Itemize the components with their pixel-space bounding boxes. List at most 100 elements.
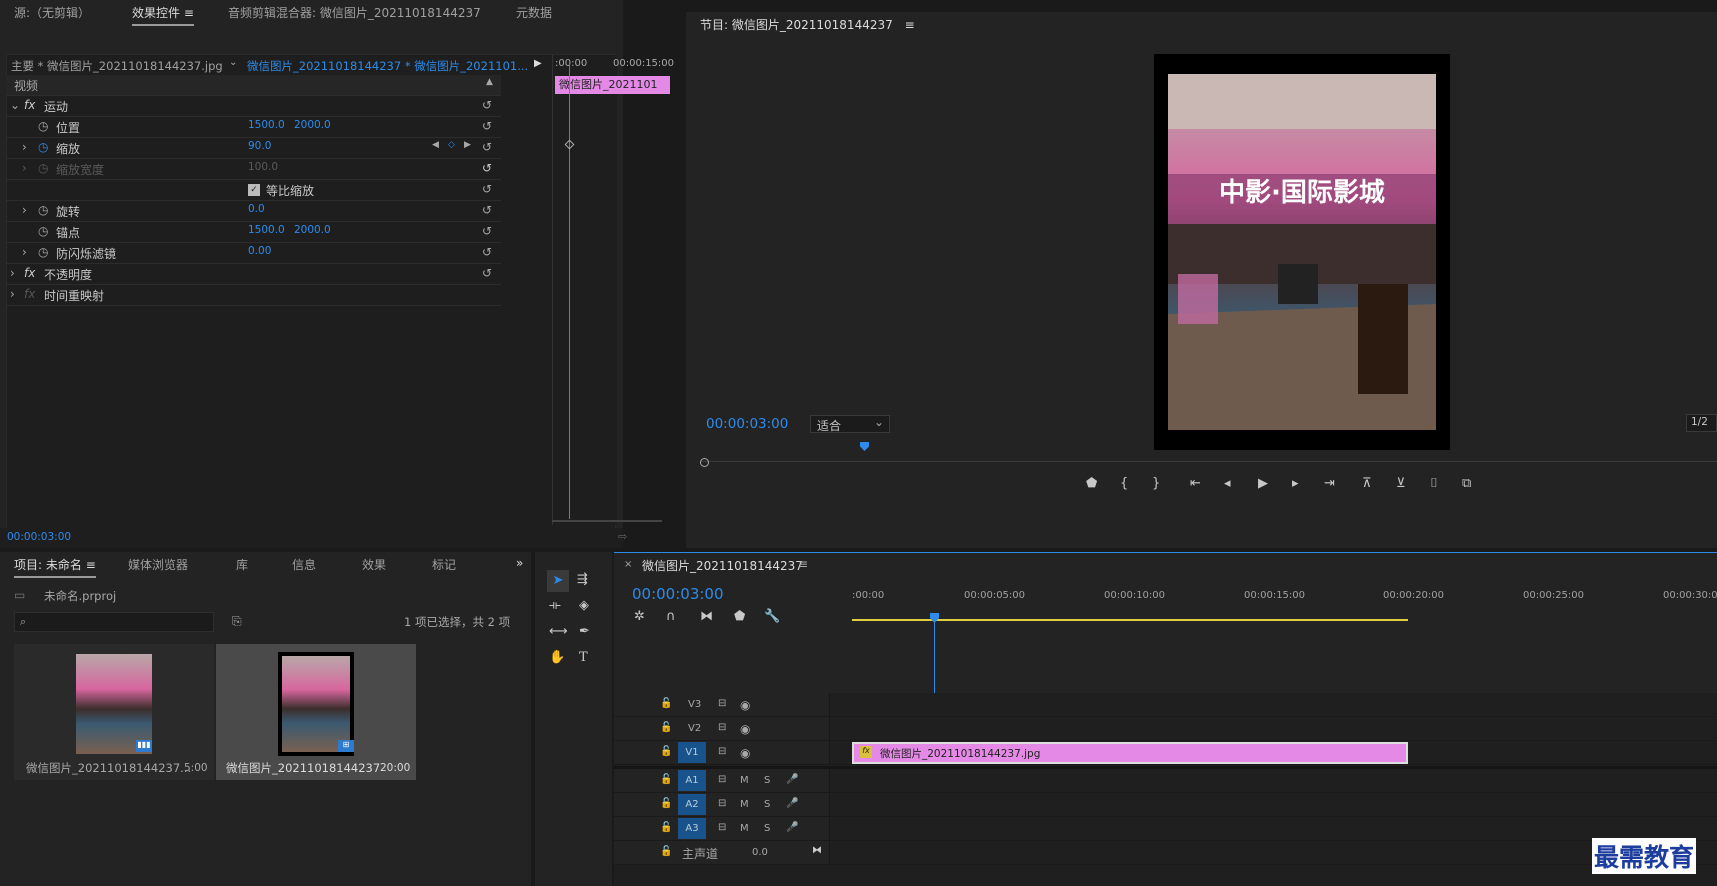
- ec-clip-bar[interactable]: 微信图片_2021101: [555, 76, 670, 94]
- reset-icon[interactable]: ↺: [482, 182, 492, 196]
- collapse-icon[interactable]: ▲: [486, 77, 493, 87]
- program-scroll-start[interactable]: [700, 458, 709, 467]
- keyframe-icon[interactable]: [564, 139, 575, 150]
- tab-project[interactable]: 项目: 未命名 ≡: [14, 552, 96, 578]
- lift-icon[interactable]: ⊼: [1362, 476, 1372, 491]
- lock-icon[interactable]: 🔓: [660, 822, 672, 833]
- rotation-value[interactable]: 0.0: [248, 203, 265, 215]
- anchor-x-value[interactable]: 1500.0: [248, 224, 285, 236]
- tab-info[interactable]: 信息: [292, 552, 316, 578]
- ec-playhead[interactable]: [569, 63, 570, 519]
- reset-icon[interactable]: ↺: [482, 203, 492, 217]
- uniform-scale-checkbox[interactable]: ✓: [248, 184, 260, 196]
- step-forward-icon[interactable]: ▸: [1292, 476, 1299, 491]
- search-input[interactable]: ⌕: [14, 612, 214, 632]
- prev-keyframe-icon[interactable]: ◀: [432, 140, 439, 150]
- prop-scale[interactable]: › ◷ 缩放 90.0 ◀ ◇ ▶ ↺: [6, 138, 501, 159]
- mark-in-icon[interactable]: {: [1120, 476, 1128, 491]
- track-a3[interactable]: 🔓 A3 ⊟ M S 🎤: [614, 817, 1717, 841]
- ec-timecode[interactable]: 00:00:03:00: [7, 531, 71, 543]
- timeline-clip[interactable]: fx 微信图片_20211018144237.jpg: [852, 742, 1408, 764]
- slip-tool-icon[interactable]: ⟷: [549, 624, 568, 639]
- eye-icon[interactable]: ◉: [740, 722, 750, 736]
- hand-tool-icon[interactable]: ✋: [549, 650, 565, 665]
- prop-rotation[interactable]: › ◷ 旋转 0.0 ↺: [6, 201, 501, 222]
- track-master[interactable]: 🔓 主声道 0.0 ⧓: [614, 841, 1717, 865]
- stopwatch-icon[interactable]: ◷: [38, 224, 48, 238]
- menu-icon[interactable]: ≡: [905, 18, 915, 32]
- selection-tool-icon[interactable]: ➤: [547, 570, 569, 592]
- track-v3[interactable]: 🔓 V3 ⊟ ◉: [614, 693, 1717, 717]
- fx-badge[interactable]: fx: [24, 98, 35, 112]
- go-to-in-icon[interactable]: ⇤: [1190, 476, 1201, 491]
- step-back-icon[interactable]: ◂: [1224, 476, 1231, 491]
- filter-icon[interactable]: ⇨: [618, 530, 627, 543]
- razor-tool-icon[interactable]: ◈: [579, 598, 589, 613]
- track-target-a1[interactable]: A1: [678, 770, 706, 791]
- reset-icon[interactable]: ↺: [482, 161, 492, 175]
- master-volume-value[interactable]: 0.0: [752, 847, 768, 858]
- scale-value[interactable]: 90.0: [248, 140, 271, 152]
- mark-out-icon[interactable]: }: [1152, 476, 1160, 491]
- lock-icon[interactable]: 🔓: [660, 746, 672, 757]
- project-item[interactable]: ▮▮▮ 微信图片_20211018144237... 5:00: [14, 644, 214, 780]
- lock-icon[interactable]: 🔓: [660, 846, 672, 857]
- track-v1[interactable]: 🔓 V1 ⊟ ◉ fx 微信图片_20211018144237.jpg: [614, 741, 1717, 765]
- eye-icon[interactable]: ◉: [740, 746, 750, 760]
- track-target-a2[interactable]: A2: [678, 794, 706, 815]
- go-to-out-icon[interactable]: ⇥: [1324, 476, 1335, 491]
- mic-icon[interactable]: 🎤: [786, 798, 798, 809]
- chevron-down-icon[interactable]: ⌄: [229, 57, 237, 68]
- mute-button[interactable]: M: [740, 775, 749, 786]
- pen-tool-icon[interactable]: ✒: [579, 624, 590, 639]
- ripple-edit-tool-icon[interactable]: ⟛: [549, 598, 561, 613]
- lock-icon[interactable]: 🔓: [660, 698, 672, 709]
- anchor-y-value[interactable]: 2000.0: [294, 224, 331, 236]
- close-icon[interactable]: ×: [624, 559, 632, 570]
- tab-media-browser[interactable]: 媒体浏览器: [128, 552, 188, 578]
- lock-icon[interactable]: 🔓: [660, 774, 672, 785]
- flicker-value[interactable]: 0.00: [248, 245, 271, 257]
- tab-audio-mixer[interactable]: 音频剪辑混合器: 微信图片_20211018144237: [228, 0, 481, 26]
- reset-icon[interactable]: ↺: [482, 266, 492, 280]
- reset-icon[interactable]: ↺: [482, 224, 492, 238]
- program-timecode[interactable]: 00:00:03:00: [706, 416, 788, 432]
- chevron-right-icon[interactable]: ›: [10, 287, 15, 301]
- camera-icon[interactable]: ⌷: [1430, 476, 1438, 491]
- track-a2[interactable]: 🔓 A2 ⊟ M S 🎤: [614, 793, 1717, 817]
- nest-icon[interactable]: ✲: [634, 609, 645, 624]
- project-item-name[interactable]: 微信图片_20211018144237: [226, 760, 380, 776]
- chevron-right-icon[interactable]: ›: [10, 266, 15, 280]
- prop-position[interactable]: ◷ 位置 1500.0 2000.0 ↺: [6, 117, 501, 138]
- linked-selection-icon[interactable]: ⧓: [700, 609, 713, 624]
- chevron-down-icon[interactable]: ⌄: [10, 98, 20, 112]
- reset-icon[interactable]: ↺: [482, 98, 492, 112]
- sync-lock-icon[interactable]: ⊟: [718, 774, 726, 785]
- menu-icon[interactable]: ≡: [184, 6, 194, 20]
- effect-motion[interactable]: ⌄ fx 运动 ↺: [6, 96, 501, 117]
- program-frame[interactable]: 中影·国际影城: [1154, 54, 1450, 450]
- new-bin-search-icon[interactable]: ⎘: [232, 614, 242, 629]
- effect-opacity[interactable]: › fx 不透明度 ↺: [6, 264, 501, 285]
- timeline-ruler[interactable]: :00:00 00:00:05:00 00:00:10:00 00:00:15:…: [852, 587, 1717, 623]
- ec-mini-timeline[interactable]: :00:00 00:00:15:00 微信图片_2021101: [552, 55, 674, 525]
- add-marker-icon[interactable]: ⬟: [734, 609, 745, 624]
- stopwatch-icon[interactable]: ◷: [38, 140, 48, 154]
- mute-button[interactable]: M: [740, 799, 749, 810]
- add-marker-icon[interactable]: ⬟: [1086, 476, 1097, 491]
- fx-badge[interactable]: fx: [860, 746, 872, 758]
- timeline-title[interactable]: 微信图片_20211018144237: [642, 557, 803, 574]
- program-title[interactable]: 节目: 微信图片_20211018144237 ≡: [700, 12, 915, 38]
- position-x-value[interactable]: 1500.0: [248, 119, 285, 131]
- sequence-clip-label[interactable]: 微信图片_20211018144237 * 微信图片_2021101...: [247, 58, 528, 74]
- mic-icon[interactable]: 🎤: [786, 774, 798, 785]
- wrench-icon[interactable]: 🔧: [764, 609, 780, 624]
- reset-icon[interactable]: ↺: [482, 119, 492, 133]
- resolution-dropdown[interactable]: 1/2: [1686, 414, 1717, 432]
- master-clip-label[interactable]: 主要 * 微信图片_20211018144237.jpg: [11, 58, 223, 74]
- menu-icon[interactable]: ≡: [798, 557, 808, 571]
- chevron-right-icon[interactable]: ›: [22, 140, 27, 154]
- tab-library[interactable]: 库: [236, 552, 248, 578]
- chevron-right-icon[interactable]: ›: [22, 203, 27, 217]
- track-v2[interactable]: 🔓 V2 ⊟ ◉: [614, 717, 1717, 741]
